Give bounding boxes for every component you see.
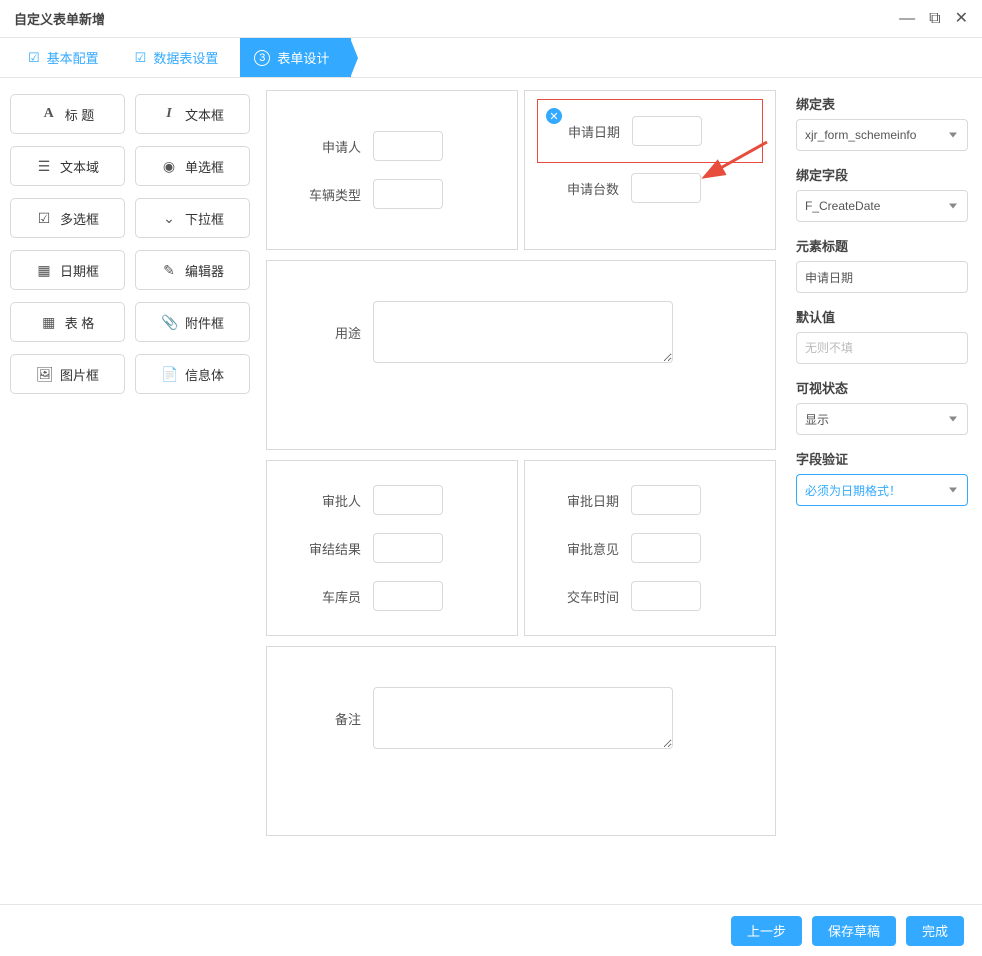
canvas-cell[interactable]: 备注 <box>266 646 776 836</box>
input-elem-title[interactable]: 申请日期 <box>796 261 968 293</box>
select-visible-state[interactable]: 显示 <box>796 403 968 435</box>
textarea-purpose[interactable] <box>373 301 673 363</box>
editor-icon: ✎ <box>161 262 177 279</box>
checkbox-icon: ☑ <box>36 210 52 227</box>
remove-field-icon[interactable]: ✕ <box>546 108 562 124</box>
input-apply-date[interactable] <box>632 116 702 146</box>
close-icon[interactable]: ✕ <box>955 11 968 27</box>
field-vehicle-type[interactable]: 车辆类型 <box>289 179 495 209</box>
check-icon: ☑ <box>135 50 147 66</box>
form-canvas: 申请人 车辆类型 ✕ 申请日期 申请台数 用途 审批人 审结结果 车库员 审批日… <box>260 78 782 904</box>
input-approver[interactable] <box>373 485 443 515</box>
field-apply-date[interactable]: 申请日期 <box>548 116 752 146</box>
field-approve-result[interactable]: 审结结果 <box>289 533 495 563</box>
select-icon: ⌄ <box>161 210 177 227</box>
selected-field-wrapper[interactable]: ✕ 申请日期 <box>537 99 763 163</box>
step-data-table[interactable]: ☑ 数据表设置 <box>121 38 241 77</box>
field-garage-staff[interactable]: 车库员 <box>289 581 495 611</box>
prop-label-bind-field: 绑定字段 <box>796 165 968 184</box>
tool-textbox[interactable]: I文本框 <box>135 94 250 134</box>
canvas-cell[interactable]: ✕ 申请日期 申请台数 <box>524 90 776 250</box>
tool-checkbox[interactable]: ☑多选框 <box>10 198 125 238</box>
field-approve-date[interactable]: 审批日期 <box>547 485 753 515</box>
input-default-value[interactable] <box>796 332 968 364</box>
tool-radio[interactable]: ◉单选框 <box>135 146 250 186</box>
image-icon: 🖼 <box>36 366 52 383</box>
field-approve-opinion[interactable]: 审批意见 <box>547 533 753 563</box>
title-icon: A <box>41 106 57 122</box>
field-applicant[interactable]: 申请人 <box>289 131 495 161</box>
tool-table[interactable]: ▦表 格 <box>10 302 125 342</box>
prop-label-default: 默认值 <box>796 307 968 326</box>
input-approve-opinion[interactable] <box>631 533 701 563</box>
field-remark[interactable]: 备注 <box>289 687 753 749</box>
tool-editor[interactable]: ✎编辑器 <box>135 250 250 290</box>
prop-label-validate: 字段验证 <box>796 449 968 468</box>
maximize-icon[interactable]: ⧉ <box>929 11 940 27</box>
window-title: 自定义表单新增 <box>14 9 105 28</box>
select-bind-table[interactable]: xjr_form_schemeinfo <box>796 119 968 151</box>
canvas-cell[interactable]: 申请人 车辆类型 <box>266 90 518 250</box>
save-draft-button[interactable]: 保存草稿 <box>812 916 896 946</box>
input-garage-staff[interactable] <box>373 581 443 611</box>
minimize-icon[interactable]: — <box>899 11 915 27</box>
canvas-cell[interactable]: 审批人 审结结果 车库员 <box>266 460 518 636</box>
attach-icon: 📎 <box>161 314 177 331</box>
check-icon: ☑ <box>28 50 40 66</box>
prop-label-visible: 可视状态 <box>796 378 968 397</box>
input-apply-qty[interactable] <box>631 173 701 203</box>
prop-label-elem-title: 元素标题 <box>796 236 968 255</box>
field-purpose[interactable]: 用途 <box>289 301 753 363</box>
field-apply-qty[interactable]: 申请台数 <box>547 173 753 203</box>
input-applicant[interactable] <box>373 131 443 161</box>
step-form-design[interactable]: 3 表单设计 <box>240 38 351 77</box>
tool-title[interactable]: A标 题 <box>10 94 125 134</box>
tool-info[interactable]: 📄信息体 <box>135 354 250 394</box>
select-bind-field[interactable]: F_CreateDate <box>796 190 968 222</box>
field-deliver-time[interactable]: 交车时间 <box>547 581 753 611</box>
input-vehicle-type[interactable] <box>373 179 443 209</box>
finish-button[interactable]: 完成 <box>906 916 964 946</box>
property-panel: 绑定表 xjr_form_schemeinfo 绑定字段 F_CreateDat… <box>782 78 982 904</box>
prev-step-button[interactable]: 上一步 <box>731 916 802 946</box>
info-icon: 📄 <box>161 366 177 383</box>
prop-label-bind-table: 绑定表 <box>796 94 968 113</box>
input-deliver-time[interactable] <box>631 581 701 611</box>
field-approver[interactable]: 审批人 <box>289 485 495 515</box>
textarea-icon: ☰ <box>36 158 52 175</box>
date-icon: ▦ <box>36 262 52 279</box>
step-basic-config[interactable]: ☑ 基本配置 <box>14 38 121 77</box>
wizard-steps: ☑ 基本配置 ☑ 数据表设置 3 表单设计 <box>0 38 982 78</box>
table-icon: ▦ <box>41 314 57 331</box>
tool-textarea[interactable]: ☰文本域 <box>10 146 125 186</box>
canvas-cell[interactable]: 用途 <box>266 260 776 450</box>
radio-icon: ◉ <box>161 158 177 175</box>
tool-image[interactable]: 🖼图片框 <box>10 354 125 394</box>
textbox-icon: I <box>161 106 177 122</box>
canvas-cell[interactable]: 审批日期 审批意见 交车时间 <box>524 460 776 636</box>
select-field-validate[interactable]: 必须为日期格式！ <box>796 474 968 506</box>
textarea-remark[interactable] <box>373 687 673 749</box>
input-approve-result[interactable] <box>373 533 443 563</box>
tool-attach[interactable]: 📎附件框 <box>135 302 250 342</box>
component-palette: A标 题 I文本框 ☰文本域 ◉单选框 ☑多选框 ⌄下拉框 ▦日期框 ✎编辑器 … <box>0 78 260 904</box>
input-approve-date[interactable] <box>631 485 701 515</box>
tool-date[interactable]: ▦日期框 <box>10 250 125 290</box>
tool-select[interactable]: ⌄下拉框 <box>135 198 250 238</box>
